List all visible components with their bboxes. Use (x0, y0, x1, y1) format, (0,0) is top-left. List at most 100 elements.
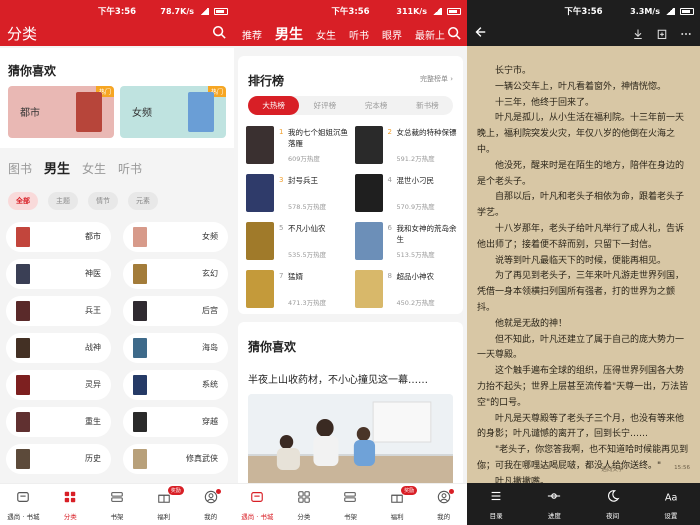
genre-name: 都市 (85, 232, 101, 241)
add-to-shelf-icon[interactable] (656, 25, 668, 44)
reader-bar-label: 夜间 (606, 512, 620, 520)
nav-item-bookshelf[interactable]: 书架 (327, 484, 374, 525)
channel-tab[interactable]: 男生 (275, 24, 303, 44)
notification-dot (448, 489, 454, 494)
feed-headline[interactable]: 半夜上山收药材，不小心撞见这一幕…… (248, 371, 453, 386)
genre-item[interactable]: 穿越 (123, 407, 228, 437)
book-heat: 471.3万热度 (288, 299, 327, 307)
reader-progress-button[interactable]: 进度 (525, 483, 583, 525)
nav-label: 分类 (297, 512, 311, 521)
reader-font-settings-button[interactable]: Aa 设置 (642, 483, 700, 525)
ranking-item[interactable]: 5 不凡小仙农 535.5万热度 (246, 222, 349, 260)
genre-name: 兵王 (85, 306, 101, 315)
bookstore-header: 下午3:56 311K/s 推荐 男生 女生 听书 眼界 最新上 (234, 0, 467, 46)
genre-item[interactable]: 兵王 (6, 296, 111, 326)
category-screen: 下午3:56 78.7K/s 分类 猜你喜欢 都市 热门 女频 热门 图书 男生女… (0, 0, 234, 525)
paragraph: 但不知此，叶凡还建立了属于自己的庞大势力一一天尊殿。 (477, 334, 685, 361)
genre-item[interactable]: 都市 (6, 222, 111, 252)
search-icon[interactable] (212, 24, 226, 39)
genre-cover (16, 264, 30, 284)
nav-label: 书架 (110, 512, 124, 521)
book-heat: 591.2万热度 (396, 155, 435, 163)
ranking-item[interactable]: 4 混世小刁民 570.9万热度 (354, 174, 458, 212)
page-title: 分类 (7, 25, 38, 43)
nav-item-profile[interactable]: 我的 (187, 484, 234, 525)
svg-text:Aa: Aa (665, 492, 678, 503)
full-ranking-link[interactable]: 完整榜单 › (420, 74, 453, 84)
banner-card[interactable]: 女频 热门 (120, 86, 226, 138)
nav-item-category[interactable]: 分类 (281, 484, 328, 525)
genre-item[interactable]: 后宫 (123, 296, 228, 326)
ranking-item[interactable]: 6 我和女神的荒岛余生 513.5万热度 (354, 222, 458, 260)
category-tab[interactable]: 女生 (82, 160, 106, 177)
nav-item-bookshelf[interactable]: 书架 (94, 484, 141, 525)
genre-item[interactable]: 战神 (6, 333, 111, 363)
nav-item-profile[interactable]: 我的 (420, 484, 467, 525)
genre-item[interactable]: 灵异 (6, 370, 111, 400)
book-cover (188, 92, 214, 132)
nav-label: 书架 (343, 512, 357, 521)
feed-image[interactable] (248, 394, 453, 492)
ranking-item[interactable]: 8 超品小神农 450.2万热度 (354, 270, 458, 308)
paragraph: 十三年，他终于回来了。 (495, 97, 595, 108)
genre-cover (16, 449, 30, 469)
nav-item-home[interactable]: 遇尚 · 书城 (0, 484, 47, 525)
nav-item-category[interactable]: 分类 (47, 484, 94, 525)
filter-chip[interactable]: 全部 (8, 192, 38, 210)
genre-item[interactable]: 玄幻 (123, 259, 228, 289)
chapter-text[interactable]: 长宁市。 一辆公交车上，叶凡看着窗外，神情恍惚。 十三年，他终于回来了。 叶凡是孤儿，… (477, 64, 690, 506)
nav-item-home[interactable]: 遇尚 · 书城 (234, 484, 281, 525)
genre-cover (16, 375, 30, 395)
genre-name: 战神 (85, 343, 101, 352)
filter-chip[interactable]: 元素 (128, 192, 158, 210)
banner-card[interactable]: 都市 热门 (8, 86, 114, 138)
ranking-tab[interactable]: 新书榜 (402, 96, 453, 115)
channel-tab[interactable]: 听书 (349, 27, 369, 42)
ranking-tab[interactable]: 完本榜 (351, 96, 402, 115)
ranking-tab[interactable]: 大热榜 (248, 96, 300, 115)
paragraph: 这个触手遍布全球的组织，压得世界列国各大势力抬不起头；世界上层甚至流传着"天尊一… (477, 366, 689, 408)
feed-card[interactable]: 猜你喜欢 半夜上山收药材，不小心撞见这一幕…… (238, 322, 463, 492)
genre-item[interactable]: 海岛 (123, 333, 228, 363)
category-tab[interactable]: 听书 (118, 160, 142, 177)
channel-tab[interactable]: 最新上 (415, 27, 445, 42)
genre-item[interactable]: 神医 (6, 259, 111, 289)
genre-name: 系统 (202, 380, 218, 389)
banner-label: 女频 (132, 108, 152, 119)
nav-item-gift[interactable]: 福利 奖励 (374, 484, 421, 525)
genre-item[interactable]: 重生 (6, 407, 111, 437)
ranking-tab[interactable]: 好评榜 (299, 96, 350, 115)
ranking-item[interactable]: 1 我的七个姐姐沉鱼落雁 609万热度 (246, 126, 349, 164)
category-tab[interactable]: 图书 (8, 160, 32, 177)
genre-item[interactable]: 修真武侠 (123, 444, 228, 474)
genre-cover (133, 375, 147, 395)
ranking-item[interactable]: 7 猛婿 471.3万热度 (246, 270, 349, 308)
reader-menu-button[interactable]: 目录 (467, 483, 525, 525)
battery-icon (680, 7, 694, 15)
ranking-item[interactable]: 3 封号兵王 578.5万热度 (246, 174, 349, 212)
filter-chip[interactable]: 情节 (88, 192, 118, 210)
book-cover (246, 174, 274, 212)
category-tab[interactable]: 男生 (44, 158, 70, 177)
nav-item-gift[interactable]: 福利 奖励 (140, 484, 187, 525)
genre-item[interactable]: 女频 (123, 222, 228, 252)
ranking-item[interactable]: 2 女总裁的特种保镖 591.2万热度 (354, 126, 458, 164)
reader-footer: 1/4 0.0% 遇尚文学 15:56 (477, 465, 690, 473)
reader-clock: 15:56 (674, 465, 690, 471)
genre-cover (133, 412, 147, 432)
filter-chip[interactable]: 主题 (48, 192, 78, 210)
genre-item[interactable]: 历史 (6, 444, 111, 474)
channel-tab[interactable]: 眼界 (382, 27, 402, 42)
genre-name: 灵异 (85, 380, 101, 389)
back-arrow-icon[interactable] (473, 24, 487, 38)
download-icon[interactable] (632, 25, 644, 44)
channel-tab[interactable]: 推荐 (242, 27, 262, 42)
genre-grid: 都市 女频 神医 玄幻兵王 后宫战神 海岛灵异 系统重生 穿越 历史 修真武侠 (6, 222, 228, 474)
status-bar: 下午3:56 311K/s (234, 0, 467, 22)
reader-bar-label: 目录 (489, 512, 503, 520)
genre-item[interactable]: 系统 (123, 370, 228, 400)
search-icon[interactable] (447, 25, 461, 40)
more-icon[interactable] (680, 25, 692, 44)
channel-tab[interactable]: 女生 (316, 27, 336, 42)
reader-moon-button[interactable]: 夜间 (584, 483, 642, 525)
